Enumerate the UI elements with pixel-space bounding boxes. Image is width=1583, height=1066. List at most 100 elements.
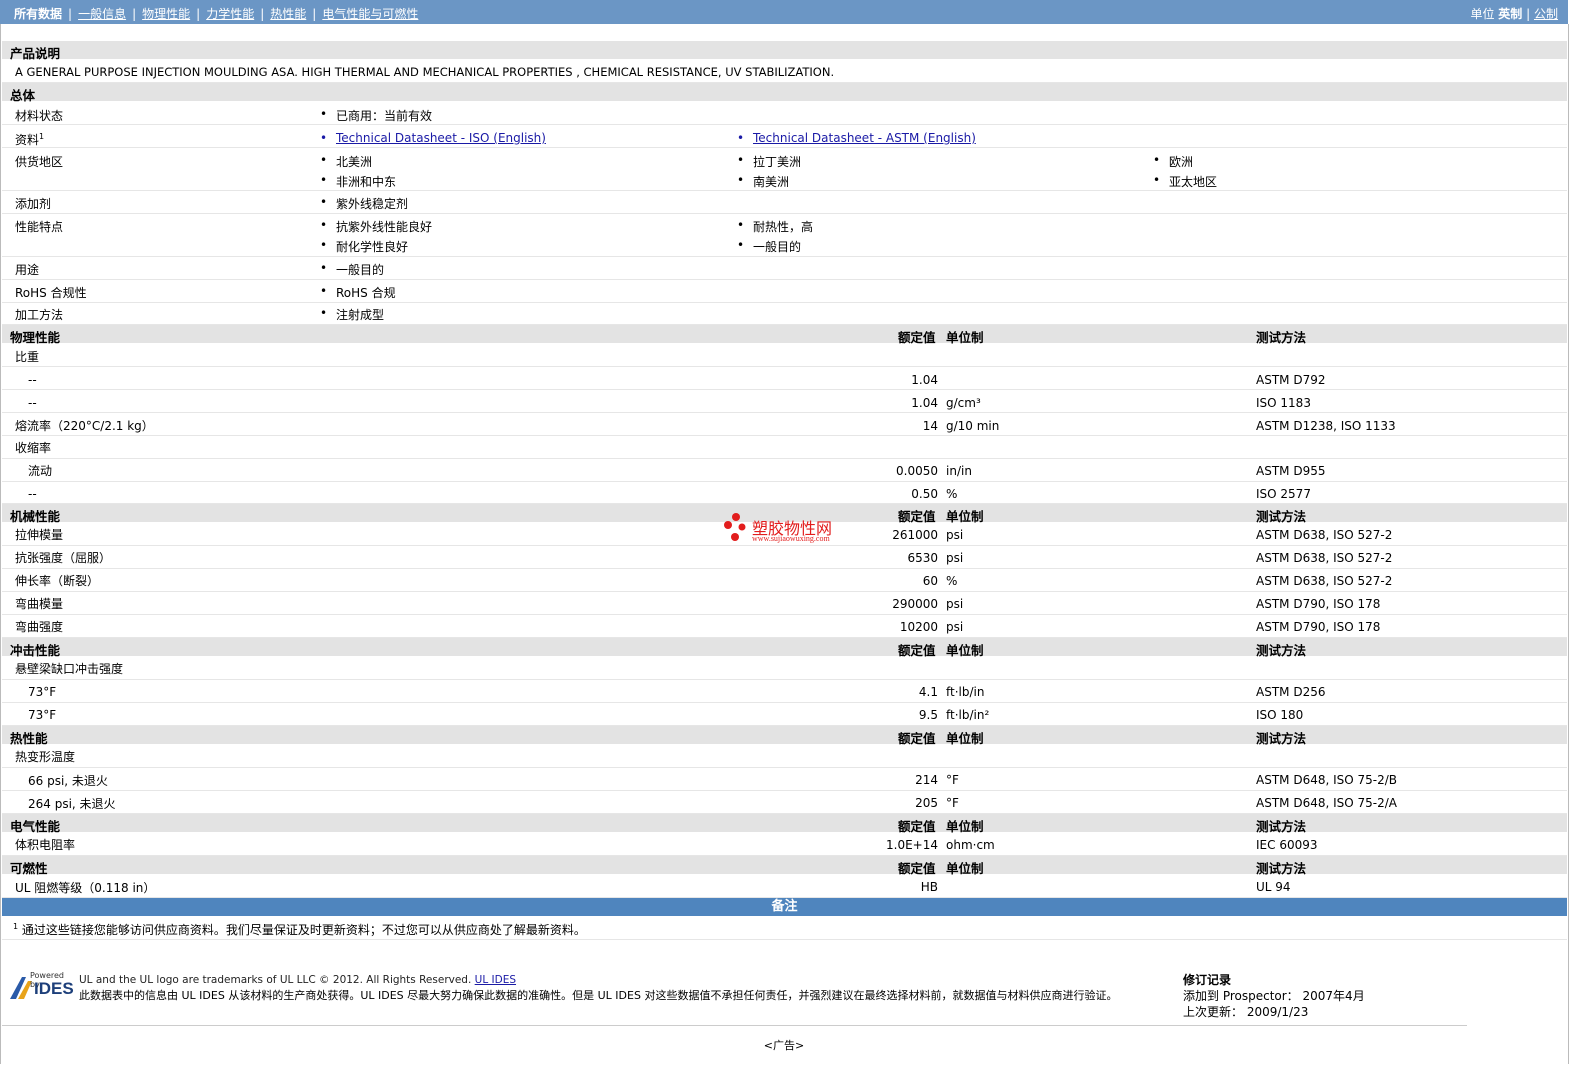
nav-general-info[interactable]: 一般信息 [78, 7, 126, 21]
additives-row: 添加剂 紫外线稳定剂 [2, 191, 1567, 214]
row-label: 资料1 [15, 131, 44, 148]
disclaimer: 此数据表中的信息由 UL IDES 从该材料的生产商处获得。UL IDES 尽最… [79, 989, 1118, 1002]
nominal-value: 214 [915, 773, 938, 787]
section-flammability: 可燃性 额定值 单位制 测试方法 [2, 856, 1567, 876]
property-label: 比重 [15, 350, 40, 364]
ul-ides-link[interactable]: UL IDES [475, 974, 516, 986]
test-method: ASTM D638, ISO 527-2 [1256, 528, 1393, 542]
section-thermal: 热性能 额定值 单位制 测试方法 [2, 726, 1567, 746]
units-label: 单位 [1470, 7, 1495, 21]
property-row: 比重 [2, 344, 1567, 367]
row-label: RoHS 合规性 [15, 286, 87, 300]
unit-value: % [946, 487, 958, 501]
property-label: 收缩率 [15, 441, 52, 455]
list-item: 注射成型 [320, 306, 384, 323]
property-label: 体积电阻率 [15, 838, 76, 852]
revision-updated-value: 2009/1/23 [1246, 1005, 1309, 1019]
property-row: -- 1.04 g/cm³ ISO 1183 [2, 390, 1567, 413]
unit-value: psi [946, 551, 964, 565]
list-item: 耐化学性良好 [320, 238, 408, 255]
features-row: 性能特点 抗紫外线性能良好 耐热性，高 耐化学性良好 一般目的 [2, 214, 1567, 257]
property-label: 悬壁梁缺口冲击强度 [15, 662, 124, 676]
unit-value: °F [946, 796, 959, 810]
nav-separator: | [260, 7, 265, 21]
test-method: ASTM D955 [1256, 464, 1326, 478]
revision-added: 添加到 Prospector： 2007年4月 [1183, 987, 1365, 1004]
nav-physical[interactable]: 物理性能 [142, 7, 190, 21]
note-text: 1 通过这些链接您能够访问供应商资料。我们尽量保证及时更新资料；不过您可以从供应… [13, 921, 586, 938]
unit-value: ohm·cm [946, 838, 995, 852]
docs-label: 资料 [15, 133, 40, 147]
nominal-value: 6530 [907, 551, 938, 565]
nav-thermal[interactable]: 热性能 [270, 7, 306, 21]
test-method: IEC 60093 [1256, 838, 1318, 852]
test-method: ASTM D648, ISO 75-2/A [1256, 796, 1397, 810]
property-row: 收缩率 [2, 436, 1567, 459]
property-label: 弯曲强度 [15, 620, 64, 634]
nominal-value: 205 [915, 796, 938, 810]
nominal-value: 261000 [892, 528, 938, 542]
property-row: 弯曲模量 290000 psi ASTM D790, ISO 178 [2, 592, 1567, 615]
nav-all-data[interactable]: 所有数据 [14, 5, 62, 22]
section-impact: 冲击性能 额定值 单位制 测试方法 [2, 638, 1567, 658]
section-physical: 物理性能 额定值 单位制 测试方法 [2, 325, 1567, 345]
iso-datasheet-link[interactable]: Technical Datasheet - ISO (English) [320, 131, 546, 145]
nav-separator: | [68, 7, 73, 21]
nav-separator: | [196, 7, 201, 21]
nav-separator: | [132, 7, 137, 21]
property-row: 熔流率（220°C/2.1 kg） 14 g/10 min ASTM D1238… [2, 413, 1567, 436]
property-row: -- 0.50 % ISO 2577 [2, 482, 1567, 504]
units-imperial[interactable]: 英制 [1498, 7, 1522, 21]
note-body: 通过这些链接您能够访问供应商资料。我们尽量保证及时更新资料；不过您可以从供应商处… [21, 923, 586, 937]
product-description: A GENERAL PURPOSE INJECTION MOULDING ASA… [15, 65, 835, 79]
property-row: 66 psi, 未退火 214 °F ASTM D648, ISO 75-2/B [2, 768, 1567, 791]
footnote-marker: 1 [39, 132, 45, 141]
notes-bar: 备注 [2, 898, 1567, 916]
test-method: ASTM D638, ISO 527-2 [1256, 574, 1393, 588]
processing-row: 加工方法 注射成型 [2, 303, 1567, 325]
astm-datasheet-link[interactable]: Technical Datasheet - ASTM (English) [737, 131, 976, 145]
revision-title: 修订记录 [1183, 973, 1232, 987]
nominal-value: 290000 [892, 597, 938, 611]
test-method: ASTM D1238, ISO 1133 [1256, 419, 1396, 433]
property-row: 体积电阻率 1.0E+14 ohm·cm IEC 60093 [2, 833, 1567, 856]
section-general: 总体 [2, 83, 1567, 103]
test-method: UL 94 [1256, 880, 1291, 894]
watermark-dots-icon [724, 513, 746, 541]
nav-mechanical[interactable]: 力学性能 [206, 7, 254, 21]
property-label: 抗张强度（屈服） [15, 551, 112, 565]
row-label: 性能特点 [15, 220, 64, 234]
list-item: 南美洲 [737, 173, 789, 190]
revision-added-value: 2007年4月 [1302, 989, 1365, 1003]
property-label: UL 阻燃等级（0.118 in） [15, 881, 156, 895]
unit-value: g/10 min [946, 419, 1000, 433]
units-metric[interactable]: 公制 [1534, 7, 1558, 21]
unit-value: °F [946, 773, 959, 787]
nav-electrical[interactable]: 电气性能与可燃性 [322, 7, 418, 21]
list-item: 北美洲 [320, 153, 372, 170]
list-item: 一般目的 [737, 238, 801, 255]
test-method: ISO 1183 [1256, 396, 1311, 410]
unit-value: ft·lb/in² [946, 708, 990, 722]
regions-row: 供货地区 北美洲 拉丁美洲 欧洲 非洲和中东 南美洲 亚太地区 [2, 148, 1567, 191]
property-label: 66 psi, 未退火 [28, 774, 108, 788]
unit-value: psi [946, 620, 964, 634]
section-product: 产品说明 [2, 41, 1567, 61]
revision-updated-label: 上次更新： [1183, 1005, 1244, 1019]
list-item: 非洲和中东 [320, 173, 396, 190]
test-method: ASTM D256 [1256, 685, 1326, 699]
nominal-value: 4.1 [918, 685, 938, 699]
property-row: 抗张强度（屈服） 6530 psi ASTM D638, ISO 527-2 [2, 546, 1567, 569]
property-label: 264 psi, 未退火 [28, 797, 116, 811]
nominal-value: 0.50 [911, 487, 938, 501]
property-label: 拉伸模量 [15, 528, 64, 542]
list-item: 拉丁美洲 [737, 153, 801, 170]
nominal-value: 1.0E+14 [886, 838, 938, 852]
list-item: RoHS 合规 [320, 284, 396, 301]
property-row: UL 阻燃等级（0.118 in） HB UL 94 [2, 875, 1567, 898]
test-method: ASTM D792 [1256, 373, 1326, 387]
ad-placeholder[interactable]: <广告> [0, 1037, 1568, 1053]
unit-value: % [946, 574, 958, 588]
property-row: -- 1.04 ASTM D792 [2, 367, 1567, 390]
section-electrical: 电气性能 额定值 单位制 测试方法 [2, 814, 1567, 834]
